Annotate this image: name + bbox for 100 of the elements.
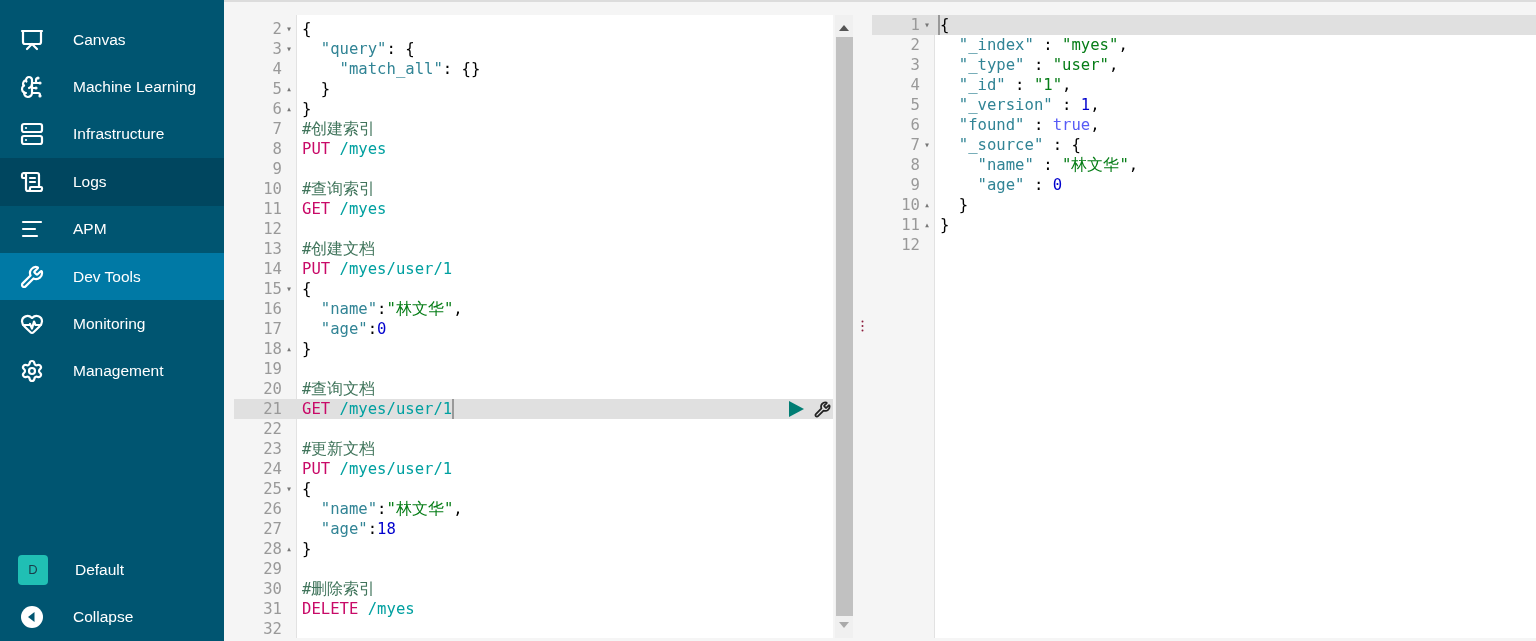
line-number: 10 bbox=[262, 179, 282, 199]
line-number: 8 bbox=[271, 139, 282, 159]
code-line: "name":"林文华", bbox=[319, 299, 464, 319]
line-number: 15 bbox=[262, 279, 282, 299]
sidebar-item[interactable]: Monitoring bbox=[0, 300, 224, 348]
code-line: { bbox=[301, 479, 313, 499]
code-line: GET /myes/user/1 bbox=[300, 399, 455, 419]
line-number: 6 bbox=[271, 99, 282, 119]
code-line: PUT /myes/user/1 bbox=[301, 459, 454, 479]
code-line: { bbox=[938, 15, 952, 35]
fold-arrow[interactable]: ▴ bbox=[286, 339, 292, 359]
fold-arrow[interactable]: ▴ bbox=[286, 539, 292, 559]
line-number: 13 bbox=[262, 239, 282, 259]
caret-circle-icon bbox=[20, 605, 44, 630]
sidebar-item[interactable]: Logs bbox=[0, 158, 224, 206]
line-number: 16 bbox=[262, 299, 282, 319]
code-line: #查询文档 bbox=[301, 379, 377, 399]
code-line: "_source" : { bbox=[957, 135, 1082, 155]
line-number: 5 bbox=[909, 95, 920, 115]
fold-arrow[interactable]: ▴ bbox=[924, 195, 930, 215]
code-line: #更新文档 bbox=[301, 439, 377, 459]
code-line: "age" : 0 bbox=[976, 175, 1064, 195]
space-selector[interactable]: D Default bbox=[0, 546, 224, 594]
code-line: } bbox=[957, 195, 970, 215]
line-number: 12 bbox=[900, 235, 920, 255]
wrench-icon[interactable] bbox=[814, 400, 831, 418]
code-line: { bbox=[301, 279, 313, 299]
line-number: 11 bbox=[262, 199, 282, 219]
line-number: 30 bbox=[262, 579, 282, 599]
sidebar-item[interactable]: Dev Tools bbox=[0, 252, 224, 301]
sidebar-item[interactable]: Machine Learning bbox=[0, 63, 224, 111]
sidebar-item[interactable]: Canvas bbox=[0, 16, 224, 64]
heart-pulse-icon bbox=[20, 312, 44, 337]
line-number: 4 bbox=[271, 59, 282, 79]
fold-arrow[interactable]: ▾ bbox=[924, 15, 930, 35]
code-line: } bbox=[939, 215, 951, 235]
code-line: } bbox=[301, 99, 313, 119]
line-number: 17 bbox=[262, 319, 282, 339]
line-number: 8 bbox=[909, 155, 920, 175]
play-icon[interactable] bbox=[789, 401, 804, 417]
line-number: 1 bbox=[909, 15, 920, 35]
code-line: { bbox=[301, 19, 313, 39]
code-line: GET /myes bbox=[301, 199, 388, 219]
code-line: "found" : true, bbox=[957, 115, 1101, 135]
code-line: PUT /myes bbox=[301, 139, 388, 159]
code-line: #删除索引 bbox=[301, 579, 377, 599]
fold-arrow[interactable]: ▾ bbox=[286, 479, 292, 499]
circuit-icon bbox=[20, 75, 44, 100]
settings-icon bbox=[20, 359, 44, 384]
fold-arrow[interactable]: ▾ bbox=[286, 279, 292, 299]
line-number: 12 bbox=[262, 219, 282, 239]
code-line: } bbox=[301, 539, 313, 559]
line-number: 24 bbox=[262, 459, 282, 479]
scroll-down-icon[interactable] bbox=[839, 622, 849, 628]
code-line: #创建文档 bbox=[301, 239, 377, 259]
code-line: "name":"林文华", bbox=[319, 499, 464, 519]
line-number: 4 bbox=[909, 75, 920, 95]
fold-arrow[interactable]: ▾ bbox=[286, 19, 292, 39]
code-line: "query": { bbox=[319, 39, 416, 59]
wrench-icon bbox=[20, 264, 44, 289]
scroll-up-icon[interactable] bbox=[839, 25, 849, 31]
line-number: 23 bbox=[262, 439, 282, 459]
code-line: } bbox=[319, 79, 332, 99]
line-number: 29 bbox=[262, 559, 282, 579]
code-line: } bbox=[301, 339, 313, 359]
code-line: "_type" : "user", bbox=[957, 55, 1120, 75]
fold-arrow[interactable]: ▾ bbox=[924, 135, 930, 155]
fold-arrow[interactable]: ▴ bbox=[286, 99, 292, 119]
line-number: 20 bbox=[262, 379, 282, 399]
sidebar-item[interactable]: Management bbox=[0, 347, 224, 396]
line-number: 2 bbox=[271, 19, 282, 39]
line-number: 9 bbox=[909, 175, 920, 195]
fold-arrow[interactable]: ▴ bbox=[924, 215, 930, 235]
code-line: #创建索引 bbox=[301, 119, 377, 139]
sidebar-item[interactable]: APM bbox=[0, 205, 224, 253]
line-number: 2 bbox=[909, 35, 920, 55]
code-line: "age":0 bbox=[319, 319, 388, 339]
line-number: 14 bbox=[262, 259, 282, 279]
line-number: 32 bbox=[262, 619, 282, 638]
collapse-button[interactable]: Collapse bbox=[0, 593, 224, 641]
line-number: 28 bbox=[262, 539, 282, 559]
line-number: 19 bbox=[262, 359, 282, 379]
presentation-board-icon bbox=[20, 27, 44, 52]
resize-handle-icon[interactable] bbox=[861, 319, 864, 332]
fold-arrow[interactable]: ▴ bbox=[286, 79, 292, 99]
line-number: 3 bbox=[909, 55, 920, 75]
line-number: 10 bbox=[900, 195, 920, 215]
code-line: "name" : "林文华", bbox=[976, 155, 1140, 175]
code-line: "_id" : "1", bbox=[957, 75, 1073, 95]
fold-arrow[interactable]: ▾ bbox=[286, 39, 292, 59]
line-number: 31 bbox=[262, 599, 282, 619]
line-number: 9 bbox=[271, 159, 282, 179]
sidebar-item[interactable]: Infrastructure bbox=[0, 110, 224, 159]
line-number: 27 bbox=[262, 519, 282, 539]
code-line: #查询索引 bbox=[301, 179, 377, 199]
line-number: 7 bbox=[271, 119, 282, 139]
code-line: DELETE /myes bbox=[301, 599, 416, 619]
code-line: "age":18 bbox=[319, 519, 397, 539]
code-line: "_version" : 1, bbox=[957, 95, 1101, 115]
space-avatar: D bbox=[18, 554, 48, 585]
